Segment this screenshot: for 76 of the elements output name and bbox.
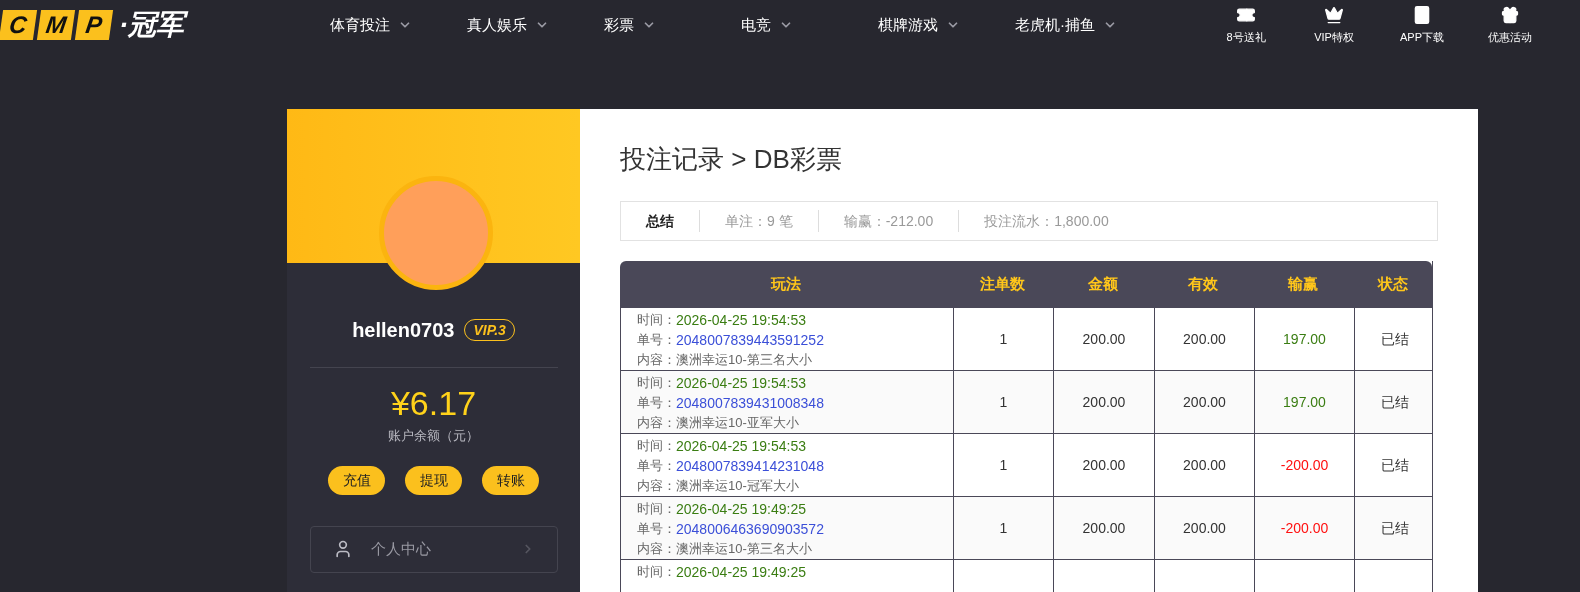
balance-amount: ¥6.17 [390,383,477,424]
bet-content: 内容：澳洲幸运10-第三名大小 [637,351,813,369]
page-title: 投注记录 > DB彩票 [620,143,843,176]
order-number: 2048007839443591252 [676,331,824,350]
time-label: 时间： [637,437,676,455]
shortcut-button[interactable]: VIP特权 [1290,4,1378,46]
result-cell-text: -200.00 [1280,455,1329,475]
action-button[interactable]: 提现 [405,465,462,495]
time-label: 时间： [637,311,676,329]
username: hellen0703 [352,318,455,343]
count-cell-text: 1 [999,329,1008,349]
bet-content: 内容：澳洲幸运10-第三名大小 [637,540,813,558]
status-cell-text: 已结 [1380,455,1409,475]
menu-item[interactable]: 个人中心 [309,525,558,573]
order-number: 2048007839414231048 [676,457,824,476]
balance-label: 账户余额（元） [388,427,479,445]
shortcut-button[interactable]: 优惠活动 [1466,4,1554,46]
time-label: 时间： [637,374,676,392]
nav-item[interactable]: 棋牌游戏 [878,13,1015,37]
count-cell-text: 1 [999,518,1008,538]
tablet-icon [1412,4,1432,25]
column-header: 玩法 [769,274,802,295]
nav-item[interactable]: 电竞 [741,13,878,37]
valid-cell-text: 200.00 [1183,518,1226,538]
amount-cell-text: 200.00 [1082,455,1126,475]
crown-icon [1324,4,1344,25]
nav-item[interactable]: 彩票 [604,13,741,37]
logo-letter: P [74,10,114,40]
status-cell-text: 已结 [1380,392,1409,412]
shortcut-button[interactable]: APP下载 [1378,4,1466,46]
time-label: 时间： [637,563,676,581]
summary-item: 投注流水：1,800.00 [958,210,1134,232]
order-number: 2048006463690903572 [676,520,824,539]
summary-item: 单注：9 笔 [699,210,818,232]
column-header: 输赢 [1286,274,1319,295]
status-cell-text: 已结 [1380,329,1409,349]
bet-content: 内容：澳洲幸运10-冠军大小 [637,477,800,495]
count-cell-text: 1 [999,392,1008,412]
result-cell-text: -200.00 [1280,518,1329,538]
valid-cell-text: 200.00 [1183,392,1226,412]
order-label: 单号： [637,331,676,349]
column-header: 金额 [1086,274,1119,295]
amount-cell-text: 200.00 [1082,392,1126,412]
valid-cell-text: 200.00 [1183,455,1226,475]
nav-item[interactable]: 真人娱乐 [467,13,604,37]
summary-item: 总结 [644,212,675,231]
logo-letter: M [36,10,76,40]
order-number: 2048007839431008348 [676,394,824,413]
result-cell-text: 197.00 [1283,329,1326,349]
column-header: 有效 [1187,274,1219,295]
nav-item[interactable]: 体育投注 [330,13,467,37]
bet-time: 2026-04-25 19:54:53 [676,374,806,393]
bet-content: 内容：澳洲幸运10-亚军大小 [637,414,800,432]
result-cell-text: 197.00 [1283,392,1326,412]
action-button[interactable]: 充值 [328,465,385,495]
amount-cell-text: 200.00 [1082,329,1126,349]
status-cell-text: 已结 [1380,518,1409,538]
order-label: 单号： [637,394,676,412]
nav-item[interactable]: 老虎机·捕鱼 [1015,13,1152,37]
bet-time: 2026-04-25 19:54:53 [676,311,806,330]
column-header: 注单数 [978,274,1026,295]
action-button[interactable]: 转账 [482,465,539,495]
order-label: 单号： [637,457,676,475]
shortcut-button[interactable]: 8号送礼 [1202,4,1290,46]
valid-cell-text: 200.00 [1183,329,1226,349]
bet-time: 2026-04-25 19:54:53 [676,437,806,456]
column-header: 状态 [1376,274,1409,295]
order-label: 单号： [637,520,676,538]
bet-time: 2026-04-25 19:49:25 [676,563,806,582]
time-label: 时间： [637,500,676,518]
amount-cell-text: 200.00 [1082,518,1126,538]
gift-icon [1500,4,1520,25]
summary-item: 输赢：-212.00 [817,210,959,232]
bet-time: 2026-04-25 19:49:25 [676,500,806,519]
count-cell-text: 1 [999,455,1008,475]
logo-letter: C [0,10,38,40]
